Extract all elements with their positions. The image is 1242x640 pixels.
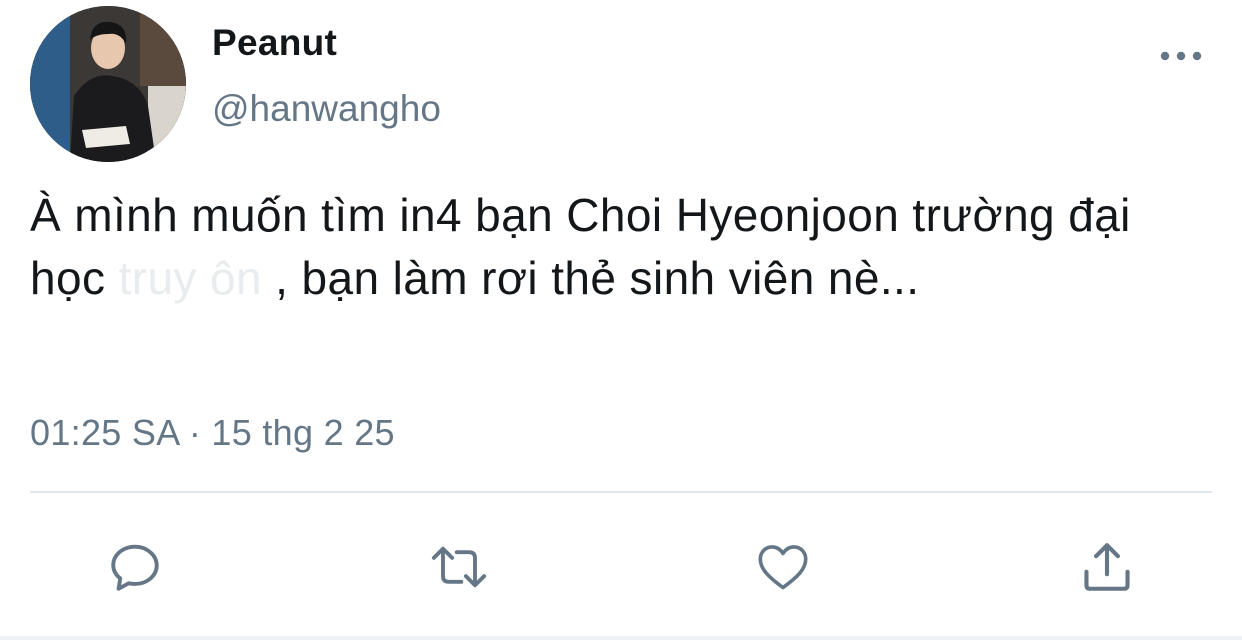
like-button[interactable] (751, 535, 815, 599)
redacted-text: truy ôn (118, 252, 276, 304)
share-icon (1084, 543, 1130, 591)
divider (30, 491, 1212, 493)
tweet-text: À mình muốn tìm in4 bạn Choi Hyeonjoon t… (30, 184, 1210, 310)
retweet-button[interactable] (427, 535, 491, 599)
tweet-timestamp[interactable]: 01:25 SA · 15 thg 2 25 (30, 412, 395, 454)
bottom-separator (0, 636, 1242, 640)
tweet-text-part2: , bạn làm rơi thẻ sinh viên nè... (275, 252, 920, 304)
display-name[interactable]: Peanut (212, 22, 337, 64)
reply-icon (111, 544, 159, 591)
reply-button[interactable] (103, 535, 167, 599)
more-horizontal-icon[interactable] (1157, 44, 1205, 68)
heart-icon (758, 545, 808, 590)
avatar-photo (30, 6, 186, 162)
share-button[interactable] (1075, 535, 1139, 599)
avatar[interactable] (30, 6, 186, 162)
user-handle[interactable]: @hanwangho (212, 88, 441, 130)
retweet-icon (431, 546, 487, 588)
tweet-detail: Peanut @hanwangho À mình muốn tìm in4 bạ… (0, 0, 1242, 640)
